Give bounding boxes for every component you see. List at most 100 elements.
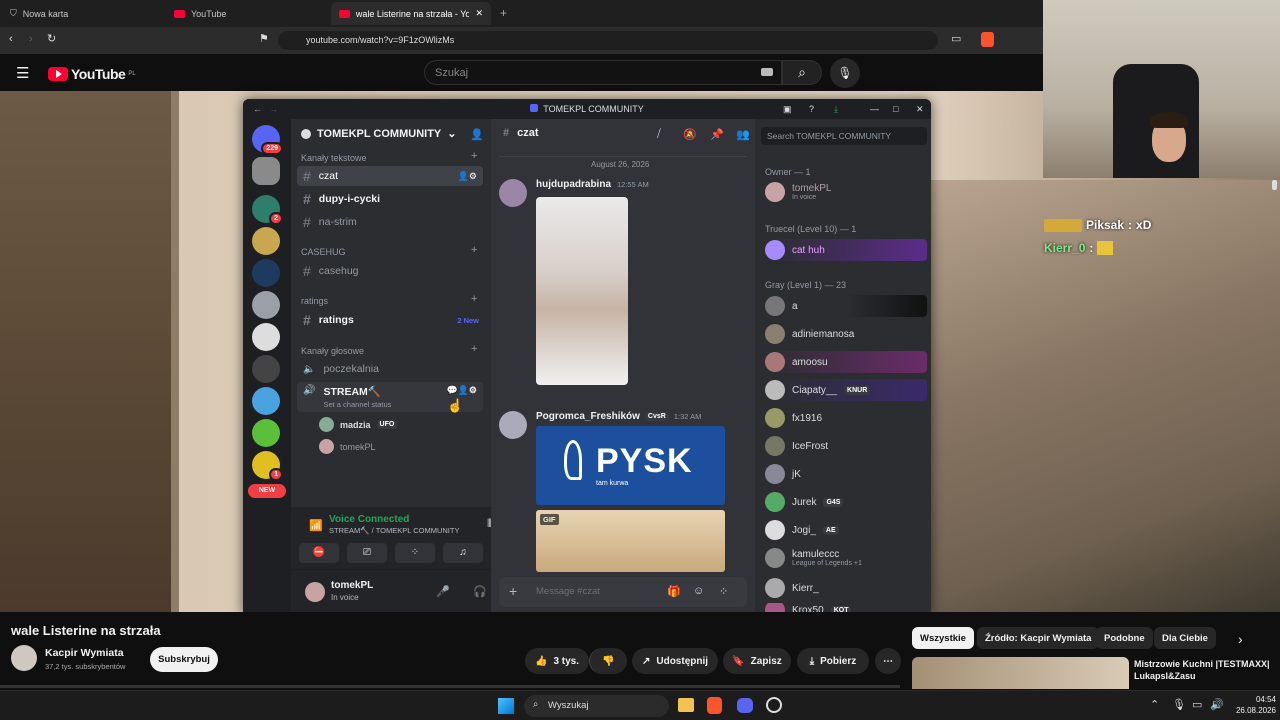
headphones-icon[interactable]: 🎧 — [473, 585, 487, 598]
avatar[interactable] — [499, 179, 527, 207]
recommended-thumbnail[interactable] — [912, 657, 1129, 689]
forward-icon[interactable]: → — [269, 99, 278, 119]
gift-icon[interactable]: 🎁 — [667, 585, 681, 598]
message-input[interactable]: + Message #czat 🎁 ☺ ⁘ — [499, 577, 747, 607]
address-bar[interactable]: youtube.com/watch?v=9F1zOWlizMs — [278, 31, 938, 50]
category-text[interactable]: Kanały tekstowe — [301, 153, 367, 163]
chevron-right-icon[interactable]: › — [1238, 631, 1243, 647]
member[interactable]: Kierr_ — [765, 577, 927, 599]
maximize-icon[interactable]: □ — [893, 99, 898, 119]
server-icon[interactable] — [252, 419, 280, 447]
server-icon[interactable] — [252, 259, 280, 287]
category-voice[interactable]: Kanały głosowe — [301, 346, 364, 356]
more-button[interactable]: ⋯ — [875, 648, 901, 674]
windows-start-icon[interactable] — [498, 698, 514, 714]
channel-avatar[interactable] — [11, 645, 37, 671]
cast-icon[interactable]: ▭ — [951, 32, 961, 45]
screenshare-button[interactable]: ⎚ — [347, 543, 387, 563]
server-icon[interactable] — [252, 291, 280, 319]
member[interactable]: IceFrost — [765, 435, 927, 457]
like-button[interactable]: 👍 3 tys. — [525, 648, 589, 674]
member[interactable]: kamuleccc League of Legends +1 — [765, 547, 927, 569]
emoji-icon[interactable]: ☺ — [693, 585, 704, 597]
youtube-logo[interactable]: YouTube PL — [48, 66, 136, 82]
avatar[interactable] — [305, 582, 325, 602]
server-search-input[interactable]: Search TOMEKPL COMMUNITY — [761, 127, 927, 145]
discord-icon[interactable] — [737, 698, 753, 713]
server-icon[interactable] — [252, 387, 280, 415]
scrollbar[interactable] — [1272, 180, 1277, 190]
server-icon[interactable]: 1 — [252, 451, 283, 481]
member[interactable]: jK — [765, 463, 927, 485]
channel-czat[interactable]: # czat 👤⚙ — [297, 166, 483, 186]
settings-icon[interactable]: 💬👤⚙ — [447, 385, 477, 396]
chip-for-you[interactable]: Dla Ciebie — [1154, 627, 1216, 649]
taskbar-search[interactable]: ⌕ Wyszukaj — [524, 695, 669, 717]
inbox-icon[interactable]: ▣ — [783, 99, 792, 119]
brave-icon[interactable] — [707, 697, 722, 714]
file-explorer-icon[interactable] — [678, 698, 694, 712]
brave-shield-icon[interactable] — [981, 32, 994, 47]
server-icon[interactable] — [252, 355, 280, 383]
apps-icon[interactable]: ⁘ — [719, 585, 728, 598]
add-channel-icon[interactable]: + — [471, 244, 477, 256]
search-input[interactable]: Szukaj — [424, 60, 782, 85]
server-icon[interactable]: 2 — [252, 195, 283, 225]
voice-user[interactable]: madzia UFO — [319, 417, 398, 432]
chip-source[interactable]: Źródło: Kacpir Wymiata — [977, 627, 1100, 649]
server-header[interactable]: TOMEKPL COMMUNITY ⌄ — [301, 127, 456, 140]
tab-youtube[interactable]: YouTube — [166, 2, 326, 25]
threads-icon[interactable]: ⧸ — [657, 128, 661, 141]
chevron-up-icon[interactable]: ⌃ — [1150, 698, 1159, 711]
close-icon[interactable]: ✕ — [475, 8, 483, 19]
member[interactable]: adiniemanosa — [765, 323, 927, 345]
channel-na-strim[interactable]: # na-strim — [297, 212, 483, 232]
tab-video[interactable]: wale Listerine na strzała - YouTube ✕ — [331, 2, 491, 25]
member[interactable]: amoosu — [765, 351, 927, 373]
volume-icon[interactable]: 🔊 — [1210, 698, 1224, 711]
direct-messages-icon[interactable]: 229 — [252, 125, 283, 155]
add-channel-icon[interactable]: + — [471, 293, 477, 305]
member[interactable]: cat huh — [765, 239, 927, 261]
member[interactable]: fx1916 — [765, 407, 927, 429]
activities-button[interactable]: ⁘ — [395, 543, 435, 563]
channel-dupy[interactable]: # dupy-i-cycki — [297, 189, 483, 209]
image-attachment[interactable]: PYSK tam kurwa — [536, 426, 725, 505]
pin-icon[interactable]: 📌 — [710, 128, 724, 141]
server-icon[interactable] — [252, 323, 280, 351]
image-attachment[interactable] — [536, 197, 628, 385]
server-icon[interactable] — [252, 227, 280, 255]
chip-all[interactable]: Wszystkie — [912, 627, 974, 649]
recommended-title[interactable]: Mistrzowie Kuchni |TESTMAXX| Lukapsl&Zas… — [1134, 658, 1274, 682]
app-icon[interactable] — [766, 697, 782, 713]
camera-button[interactable]: ⛔ — [299, 543, 339, 563]
new-badge[interactable]: NEW — [248, 484, 286, 498]
settings-icon[interactable]: 👤⚙ — [458, 171, 477, 182]
chip-related[interactable]: Podobne — [1096, 627, 1153, 649]
dislike-button[interactable]: 👎 — [589, 648, 627, 674]
soundboard-button[interactable]: ♫ — [443, 543, 483, 563]
gif-attachment[interactable]: GIF — [536, 510, 725, 572]
back-icon[interactable]: ‹ — [9, 33, 13, 45]
new-tab-icon[interactable]: + — [500, 6, 507, 20]
network-icon[interactable]: ▭ — [1192, 698, 1202, 711]
mic-icon[interactable]: 🎙 — [1172, 698, 1186, 711]
mic-icon[interactable]: 🎤 — [436, 585, 450, 598]
voice-search-button[interactable]: 🎙 — [830, 58, 860, 88]
download-icon[interactable]: ⤓ — [834, 99, 838, 119]
subscribe-button[interactable]: Subskrybuj — [150, 647, 218, 672]
add-channel-icon[interactable]: + — [471, 343, 477, 355]
member[interactable]: Jurek G4S — [765, 491, 927, 513]
mute-icon[interactable]: 🔕 — [683, 128, 697, 141]
menu-icon[interactable]: ☰ — [16, 64, 29, 82]
share-button[interactable]: ↗ Udostępnij — [632, 648, 718, 674]
channel-ratings[interactable]: # ratings 2 New — [297, 310, 483, 330]
signal-icon[interactable]: 📶 — [309, 519, 323, 532]
minimize-icon[interactable]: — — [870, 99, 879, 119]
voice-user[interactable]: tomekPL — [319, 439, 376, 454]
avatar[interactable] — [499, 411, 527, 439]
member[interactable]: tomekPL In voice — [765, 181, 927, 203]
category-casehug[interactable]: CASEHUG — [301, 247, 346, 257]
download-button[interactable]: ⤓ Pobierz — [797, 648, 869, 674]
clock[interactable]: 04:54 26.08.2026 — [1226, 694, 1276, 716]
